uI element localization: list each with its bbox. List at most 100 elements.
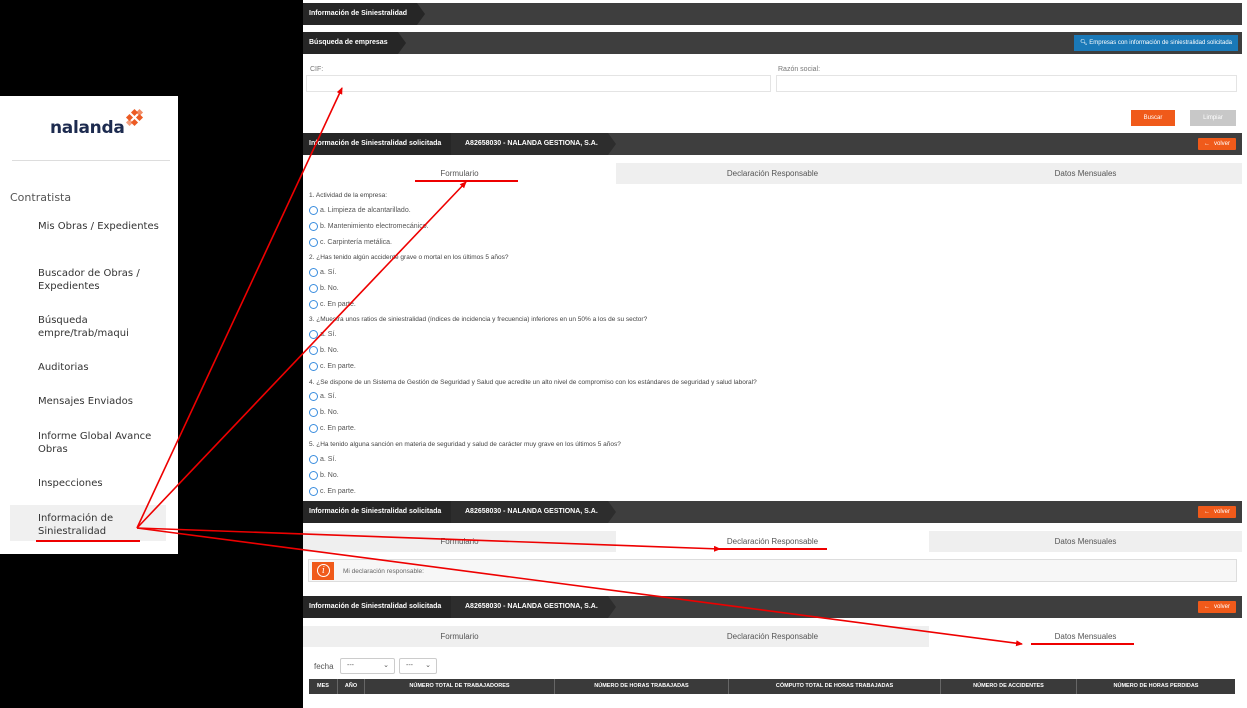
sidebar-item-siniestralidad[interactable]: Información de Siniestralidad xyxy=(38,512,166,538)
radio-circle-icon xyxy=(309,346,318,355)
radio-circle-icon xyxy=(309,455,318,464)
radio-circle-icon xyxy=(309,392,318,401)
volver-label: volver xyxy=(1213,604,1230,610)
companies-with-info-button[interactable]: 🔍︎ Empresas con información de siniestra… xyxy=(1073,35,1238,51)
question-text: 4. ¿Se dispone de un Sistema de Gestión … xyxy=(309,379,757,386)
sidebar-item-buscador-obras[interactable]: Buscador de Obras / Expedientes xyxy=(38,267,166,293)
radio-circle-icon xyxy=(309,471,318,480)
table-header-cell: MES xyxy=(309,679,338,694)
table-header-cell: NÚMERO DE ACCIDENTES xyxy=(941,679,1077,694)
result-bar-company: A82658030 - NALANDA GESTIONA, S.A. xyxy=(451,596,616,618)
table-header-cell: NÚMERO DE HORAS PERDIDAS xyxy=(1113,683,1199,689)
month-select-value: --- xyxy=(347,662,354,669)
cif-label: CIF: xyxy=(310,66,324,73)
annotation-underline xyxy=(717,548,827,550)
radio-option[interactable]: a. Limpieza de alcantarillado. xyxy=(309,206,411,215)
radio-option[interactable]: c. En parte. xyxy=(309,362,356,371)
tab-datos-mensuales[interactable]: Datos Mensuales xyxy=(929,163,1242,184)
search-icon: 🔍︎ xyxy=(1079,40,1088,46)
tab-formulario[interactable]: Formulario xyxy=(303,626,616,647)
razon-social-input[interactable] xyxy=(776,75,1237,92)
option-label: b. No. xyxy=(320,409,339,416)
year-select[interactable]: --- ⌄ xyxy=(399,658,437,674)
tab-declaracion[interactable]: Declaración Responsable xyxy=(616,626,929,647)
declaration-box: i Mi declaración responsable: xyxy=(308,559,1237,582)
logo-mark-icon xyxy=(125,108,144,128)
result-bar: Información de Siniestralidad solicitada… xyxy=(303,501,1242,523)
monthly-table-header: MES AÑO NÚMERO TOTAL DE TRABAJADORES NÚM… xyxy=(309,679,1235,694)
month-select[interactable]: --- ⌄ xyxy=(340,658,395,674)
option-label: a. Sí. xyxy=(320,331,337,338)
cif-input[interactable] xyxy=(306,75,771,92)
radio-circle-icon xyxy=(309,206,318,215)
volver-button[interactable]: ← volver xyxy=(1197,601,1236,613)
table-header-cell: NÚMERO TOTAL DE TRABAJADORES xyxy=(365,679,555,694)
radio-circle-icon xyxy=(309,362,318,371)
volver-button[interactable]: ← volver xyxy=(1197,506,1236,518)
radio-option[interactable]: b. No. xyxy=(309,408,339,417)
arrow-left-icon: ← xyxy=(1203,604,1210,610)
info-icon: i xyxy=(312,562,334,580)
radio-option[interactable]: a. Sí. xyxy=(309,392,336,401)
volver-button[interactable]: ← volver xyxy=(1197,138,1236,150)
option-label: c. Carpintería metálica. xyxy=(320,239,392,246)
search-header-bar: Búsqueda de empresas 🔍︎ Empresas con inf… xyxy=(303,32,1242,54)
radio-option[interactable]: b. No. xyxy=(309,346,339,355)
radio-option[interactable]: b. No. xyxy=(309,471,339,480)
result-bar: Información de Siniestralidad solicitada… xyxy=(303,596,1242,618)
razon-social-label: Razón social: xyxy=(778,66,821,73)
year-select-value: --- xyxy=(406,662,413,669)
option-label: b. Mantenimiento electromecánico. xyxy=(320,223,429,230)
sidebar-item-informe-global[interactable]: Informe Global Avance Obras xyxy=(38,430,166,456)
option-label: a. Limpieza de alcantarillado. xyxy=(320,207,411,214)
result-bar-company: A82658030 - NALANDA GESTIONA, S.A. xyxy=(451,501,616,523)
radio-option[interactable]: c. Carpintería metálica. xyxy=(309,238,392,247)
page-header-bar: Información de Siniestralidad xyxy=(303,3,1242,25)
tab-datos-mensuales[interactable]: Datos Mensuales xyxy=(929,531,1242,552)
question-text: 2. ¿Has tenido algún accidente grave o m… xyxy=(309,254,509,261)
radio-option[interactable]: c. En parte. xyxy=(309,300,356,309)
radio-option[interactable]: a. Sí. xyxy=(309,268,336,277)
question-text: 3. ¿Muestra unos ratios de siniestralida… xyxy=(309,316,648,323)
sidebar-item-mensajes[interactable]: Mensajes Enviados xyxy=(38,395,166,408)
table-header-cell: AÑO xyxy=(338,679,365,694)
volver-label: volver xyxy=(1213,509,1230,515)
option-label: b. No. xyxy=(320,347,339,354)
annotation-underline xyxy=(36,540,140,542)
radio-option[interactable]: c. En parte. xyxy=(309,424,356,433)
tab-formulario[interactable]: Formulario xyxy=(303,531,616,552)
annotation-underline xyxy=(415,180,518,182)
volver-label: volver xyxy=(1213,141,1230,147)
limpiar-button[interactable]: Limpiar xyxy=(1190,110,1236,126)
radio-option[interactable]: c. En parte. xyxy=(309,487,356,496)
result-bar-company: A82658030 - NALANDA GESTIONA, S.A. xyxy=(451,133,616,155)
sidebar-item-inspecciones[interactable]: Inspecciones xyxy=(38,477,166,490)
nalanda-logo[interactable]: nalanda xyxy=(50,108,144,138)
arrow-left-icon: ← xyxy=(1203,141,1210,147)
radio-circle-icon xyxy=(309,238,318,247)
sidebar-item-mis-obras[interactable]: Mis Obras / Expedientes xyxy=(38,220,166,233)
option-label: c. En parte. xyxy=(320,363,356,370)
result-bar-label: Información de Siniestralidad solicitada xyxy=(303,596,460,618)
companies-with-info-label: Empresas con información de siniestralid… xyxy=(1089,40,1232,46)
radio-option[interactable]: b. No. xyxy=(309,284,339,293)
annotation-underline xyxy=(1031,643,1134,645)
option-label: a. Sí. xyxy=(320,393,337,400)
radio-circle-icon xyxy=(309,408,318,417)
sidebar-item-busqueda-empre[interactable]: Búsqueda empre/trab/maqui xyxy=(38,314,166,340)
radio-option[interactable]: a. Sí. xyxy=(309,455,336,464)
page-title: Información de Siniestralidad xyxy=(303,3,426,25)
option-label: a. Sí. xyxy=(320,456,337,463)
radio-circle-icon xyxy=(309,487,318,496)
radio-option[interactable]: a. Sí. xyxy=(309,330,336,339)
sidebar-section-title: Contratista xyxy=(10,191,72,204)
buscar-button[interactable]: Buscar xyxy=(1131,110,1175,126)
radio-circle-icon xyxy=(309,300,318,309)
arrow-left-icon: ← xyxy=(1203,509,1210,515)
sidebar-item-auditorias[interactable]: Auditorias xyxy=(38,361,166,374)
radio-circle-icon xyxy=(309,268,318,277)
radio-option[interactable]: b. Mantenimiento electromecánico. xyxy=(309,222,429,231)
tab-declaracion[interactable]: Declaración Responsable xyxy=(616,163,929,184)
result-bar-label: Información de Siniestralidad solicitada xyxy=(303,501,460,523)
table-header-cell: NÚMERO DE HORAS TRABAJADAS xyxy=(555,679,729,694)
